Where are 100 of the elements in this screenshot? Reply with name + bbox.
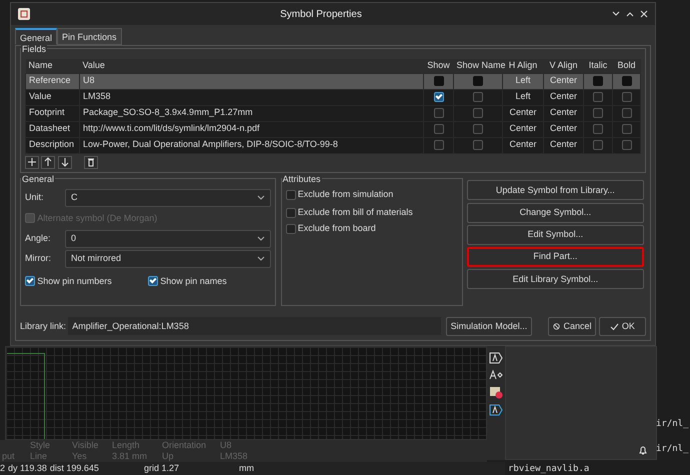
text-field[interactable]: Amplifier_Operational:LM358 [68, 317, 442, 336]
column-header: V Align [544, 59, 584, 73]
terminal-line: ir/nl_ [656, 443, 689, 456]
table-cell: Center [502, 137, 544, 153]
action-button[interactable]: Update Symbol from Library... [467, 180, 644, 200]
checkbox[interactable] [434, 124, 444, 134]
table-cell: Center [502, 121, 544, 137]
checkbox[interactable] [593, 76, 603, 86]
field-label: Angle: [25, 232, 52, 245]
column-header: Italic [584, 59, 612, 73]
property-value: Line [30, 451, 48, 462]
ok-button[interactable]: OK [598, 316, 646, 336]
table-cell: Center [544, 121, 584, 137]
checkbox[interactable] [473, 92, 483, 102]
checkbox[interactable] [593, 92, 603, 102]
text-tool-icon[interactable] [489, 369, 503, 381]
field-label: Mirror: [25, 252, 52, 265]
property-header: Length [112, 440, 141, 451]
dropdown-value: C [71, 191, 78, 204]
table-cell[interactable]: http://www.ti.com/lit/ds/symlink/lm2904-n.pdf [80, 121, 424, 137]
column-header: Name [26, 59, 80, 73]
table-cell[interactable]: LM358 [80, 89, 424, 105]
property-value: Up [162, 451, 175, 462]
table-cell[interactable]: Description [26, 137, 80, 153]
cancel-icon[interactable] [553, 322, 560, 331]
checkbox[interactable] [434, 108, 444, 118]
table-cell[interactable]: Footprint [26, 105, 80, 121]
property-header: Orientation [162, 440, 208, 451]
action-button[interactable]: Edit Library Symbol... [467, 269, 644, 290]
window-title: Symbol Properties [279, 8, 363, 22]
terminal-line: rbview_navlib.a [508, 463, 590, 475]
checkbox[interactable] [473, 108, 483, 118]
checkbox[interactable] [593, 108, 603, 118]
table-cell[interactable]: Value [26, 89, 80, 105]
field-label: Library link: [20, 320, 66, 333]
checkbox[interactable] [473, 140, 483, 150]
checkbox[interactable] [286, 190, 296, 200]
status-text: 2 [0, 462, 6, 475]
action-button[interactable]: Change Symbol... [467, 202, 644, 222]
checkbox[interactable] [25, 276, 35, 286]
dropdown[interactable]: 0 [65, 230, 271, 248]
dropdown-value: 0 [71, 232, 78, 245]
property-value: Yes [72, 451, 88, 462]
checkbox[interactable] [286, 224, 296, 234]
terminal-line: ir/nl_ [656, 418, 689, 431]
column-header: Value [80, 59, 424, 73]
chevron-down-icon [257, 256, 265, 262]
table-cell: Center [544, 137, 584, 153]
checkbox[interactable] [434, 76, 444, 86]
status-text: dist 199.645 [50, 462, 99, 475]
check-icon[interactable] [610, 322, 619, 331]
cancel-button[interactable]: Cancel [548, 316, 596, 336]
checkbox-label: Show pin numbers [37, 274, 112, 288]
table-cell[interactable]: Low-Power, Dual Operational Amplifiers, DIP-8/SOIC-8/TO-99-8 [80, 137, 424, 153]
tab[interactable]: Pin Functions [57, 28, 122, 45]
table-cell: Left [502, 89, 544, 105]
checkbox[interactable] [622, 76, 632, 86]
tab[interactable]: General [15, 28, 58, 45]
table-cell: Center [544, 73, 584, 89]
table-cell: Center [502, 105, 544, 121]
app-icon [17, 7, 31, 21]
dropdown[interactable]: Not mirrored [65, 250, 271, 268]
close-icon[interactable] [639, 9, 649, 19]
checkbox[interactable] [622, 140, 632, 150]
property-header: U8 [220, 440, 233, 451]
column-header: Show Name [454, 59, 502, 73]
action-button[interactable]: Find Part... [467, 247, 644, 267]
label-tool-icon[interactable] [489, 404, 503, 416]
table-cell[interactable]: Package_SO:SO-8_3.9x4.9mm_P1.27mm [80, 105, 424, 121]
action-button[interactable]: Edit Symbol... [467, 224, 644, 245]
field-label: Unit: [25, 191, 45, 204]
sheet-add-icon[interactable] [489, 386, 503, 399]
checkbox[interactable] [473, 76, 483, 86]
property-header: Visible [72, 440, 100, 451]
checkbox-label: Exclude from simulation [298, 188, 394, 202]
column-header: Bold [612, 59, 640, 73]
checkbox-label: Exclude from board [298, 222, 376, 236]
property-value: 3.81 mm [112, 451, 148, 462]
checkbox[interactable] [286, 208, 296, 218]
table-cell: Left [502, 73, 544, 89]
dropdown[interactable]: C [65, 189, 271, 207]
chevron-down-icon [257, 195, 265, 201]
table-cell[interactable]: Reference [26, 73, 80, 89]
checkbox[interactable] [622, 92, 632, 102]
action-button[interactable]: Simulation Model... [446, 316, 532, 336]
checkbox[interactable] [148, 276, 158, 286]
chevron-down-icon [257, 236, 265, 242]
status-text: grid 1.27 [144, 462, 179, 475]
column-header: Show [424, 59, 454, 73]
checkbox[interactable] [593, 140, 603, 150]
bell-icon [638, 445, 648, 455]
table-cell[interactable]: U8 [80, 73, 424, 89]
checkbox[interactable] [622, 124, 632, 134]
table-cell: Center [544, 105, 584, 121]
checkbox[interactable] [622, 108, 632, 118]
table-cell[interactable]: Datasheet [26, 121, 80, 137]
checkbox[interactable] [434, 92, 444, 102]
checkbox[interactable] [593, 124, 603, 134]
checkbox[interactable] [473, 124, 483, 134]
checkbox[interactable] [434, 140, 444, 150]
